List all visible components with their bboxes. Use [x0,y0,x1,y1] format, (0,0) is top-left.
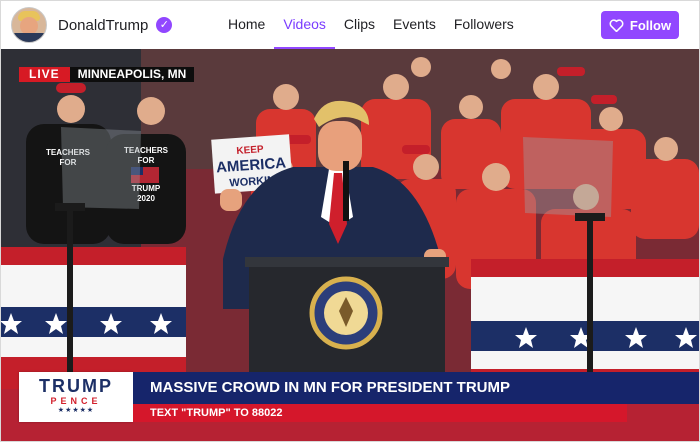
verified-check-icon: ✓ [156,17,173,33]
live-label: LIVE [19,67,70,82]
tab-videos[interactable]: Videos [274,1,335,49]
campaign-logo: TRUMP PENCE ★★★★★ [19,372,133,422]
text-to-banner: TEXT "TRUMP" TO 88022 [133,404,627,422]
tab-followers[interactable]: Followers [445,1,523,49]
avatar-suit [12,33,46,42]
lower-third: TRUMP PENCE ★★★★★ MASSIVE CROWD IN MN FO… [19,372,699,422]
logo-main: TRUMP [39,376,113,396]
tab-home[interactable]: Home [219,1,274,49]
headline-banner: MASSIVE CROWD IN MN FOR PRESIDENT TRUMP [133,372,699,404]
channel-name[interactable]: DonaldTrump [58,17,148,34]
channel-header: DonaldTrump ✓ Home Videos Clips Events F… [1,1,699,49]
follow-label: Follow [629,17,672,33]
tab-clips[interactable]: Clips [335,1,384,49]
shirt-text-2d: 2020 [137,194,155,203]
logo-stars: ★★★★★ [57,407,95,414]
tab-events[interactable]: Events [384,1,445,49]
sign-line-1: KEEP [236,144,264,157]
channel-nav: Home Videos Clips Events Followers [219,1,523,49]
location-label: MINNEAPOLIS, MN [69,67,195,82]
follow-button[interactable]: Follow [601,11,679,39]
live-location-badge: LIVE MINNEAPOLIS, MN [19,67,195,82]
channel-avatar[interactable] [11,7,47,43]
heart-icon [609,18,624,32]
app-window: DonaldTrump ✓ Home Videos Clips Events F… [0,0,700,442]
video-player[interactable]: TEACHERS FOR TEACHERS FOR TRUMP 2020 KEE… [1,49,699,441]
logo-sub: PENCE [50,396,102,406]
channel-info[interactable]: DonaldTrump ✓ [11,7,173,43]
